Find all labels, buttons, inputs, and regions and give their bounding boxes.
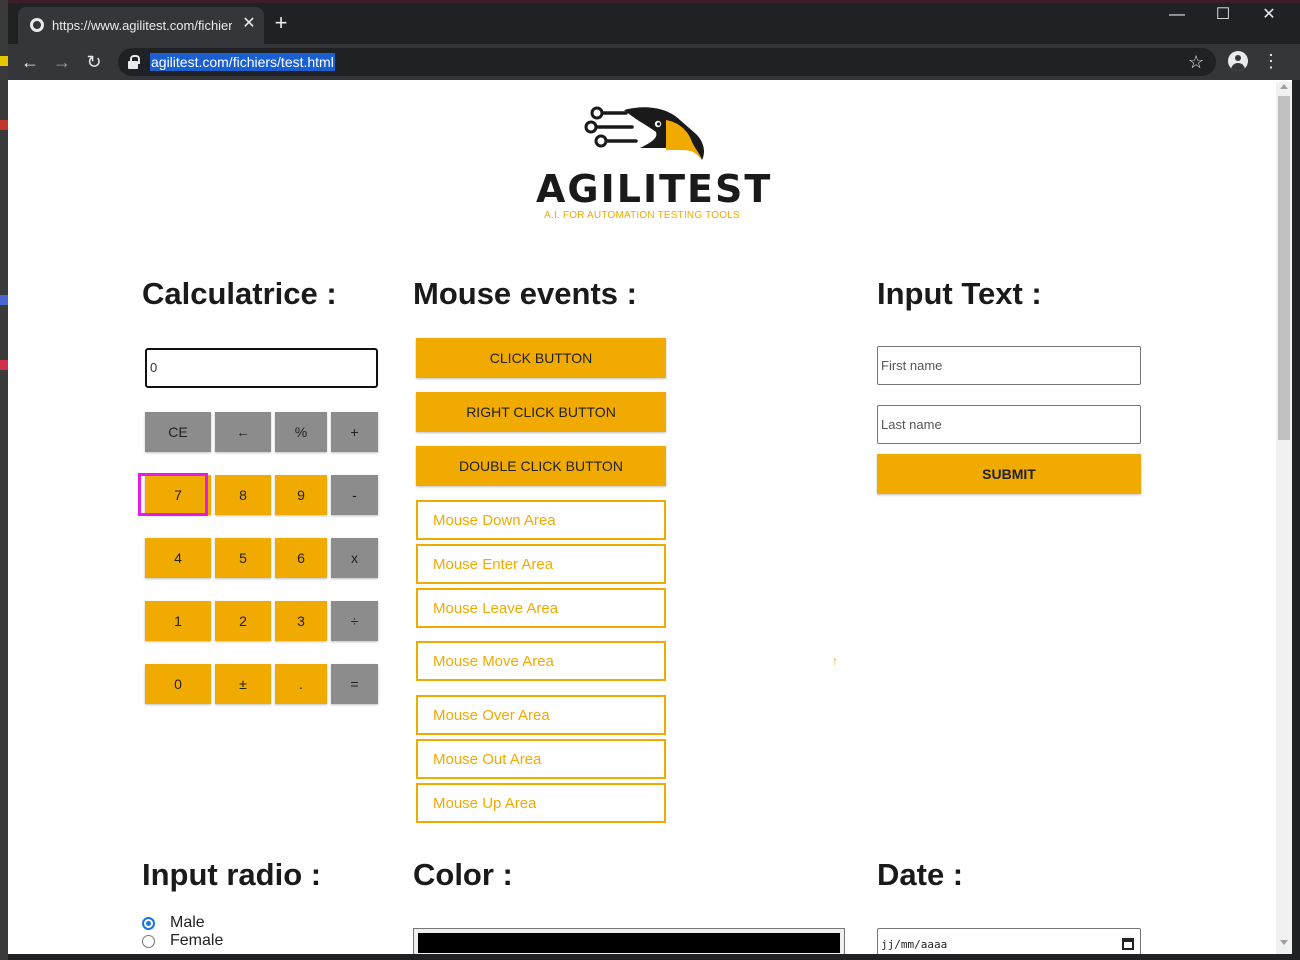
input-text-heading: Input Text :	[877, 276, 1042, 311]
calculator-key[interactable]: 6	[275, 538, 327, 578]
mouse-events-heading: Mouse events :	[413, 276, 637, 311]
date-field[interactable]: jj/mm/aaaa	[877, 928, 1141, 954]
mouse-enter-area[interactable]: Mouse Enter Area	[416, 544, 666, 584]
page-scrollbar[interactable]	[1276, 82, 1292, 954]
scroll-down-arrow-icon[interactable]	[1280, 940, 1288, 945]
mouse-move-marker: ↑	[832, 654, 838, 668]
calculator-key[interactable]: ÷	[331, 601, 378, 641]
click-button[interactable]: CLICK BUTTON	[416, 338, 666, 378]
globe-icon	[30, 18, 44, 32]
close-tab-icon[interactable]: ✕	[240, 15, 258, 33]
calculator-key[interactable]: +	[331, 412, 378, 452]
browser-titlebar: https://www.agilitest.com/fichiers/test.…	[8, 0, 1300, 44]
color-picker[interactable]	[413, 928, 845, 954]
calculator-key[interactable]: ±	[215, 664, 271, 704]
window-bottom-edge	[8, 954, 1300, 960]
focused-key-highlight	[138, 473, 208, 516]
calculator-key[interactable]: 9	[275, 475, 327, 515]
scroll-up-arrow-icon[interactable]	[1280, 84, 1288, 89]
calculator-key[interactable]: .	[275, 664, 327, 704]
last-name-field[interactable]: Last name	[877, 405, 1141, 444]
mouse-out-area[interactable]: Mouse Out Area	[416, 739, 666, 779]
radio-male-label: Male	[170, 914, 205, 931]
first-name-field[interactable]: First name	[877, 346, 1141, 385]
browser-tab[interactable]: https://www.agilitest.com/fichiers/test.…	[18, 7, 264, 44]
calculator-key[interactable]: CE	[145, 412, 211, 452]
bookmark-star-icon[interactable]: ☆	[1188, 51, 1204, 73]
mouse-down-area[interactable]: Mouse Down Area	[416, 500, 666, 540]
eagle-logo-icon	[584, 106, 704, 160]
url-text[interactable]: agilitest.com/fichiers/test.html	[150, 53, 335, 71]
double-click-button[interactable]: DOUBLE CLICK BUTTON	[416, 446, 666, 486]
profile-icon[interactable]	[1228, 51, 1248, 71]
desktop-edge	[0, 0, 8, 960]
calculator-display[interactable]: 0	[145, 348, 378, 388]
browser-toolbar: ← → ↻ agilitest.com/fichiers/test.html ☆…	[8, 44, 1300, 80]
calculator-key[interactable]: %	[275, 412, 327, 452]
reload-icon[interactable]: ↻	[82, 50, 106, 74]
radio-female[interactable]	[142, 934, 155, 948]
radio-option-female[interactable]: Female	[142, 932, 223, 950]
radio-female-label: Female	[170, 932, 224, 949]
mouse-leave-area[interactable]: Mouse Leave Area	[416, 588, 666, 628]
calculator-key[interactable]: 8	[215, 475, 271, 515]
calculator-key[interactable]: 2	[215, 601, 271, 641]
date-placeholder: jj/mm/aaaa	[881, 938, 948, 951]
calculator-key[interactable]: 3	[275, 601, 327, 641]
page-content: AGILITEST A.I. FOR AUTOMATION TESTING TO…	[8, 80, 1292, 954]
radio-option-male[interactable]: Male	[142, 914, 205, 932]
calculator-key[interactable]: -	[331, 475, 378, 515]
mouse-move-area[interactable]: Mouse Move Area	[416, 641, 666, 681]
scrollbar-thumb[interactable]	[1278, 96, 1290, 440]
calculator-heading: Calculatrice :	[142, 276, 337, 311]
color-heading: Color :	[413, 857, 513, 892]
forward-arrow-icon[interactable]: →	[50, 50, 74, 74]
mouse-up-area[interactable]: Mouse Up Area	[416, 783, 666, 823]
calculator-key[interactable]: x	[331, 538, 378, 578]
calculator-key[interactable]: 5	[215, 538, 271, 578]
close-window-button[interactable]: ✕	[1254, 5, 1284, 25]
radio-male[interactable]	[142, 916, 155, 930]
back-arrow-icon[interactable]: ←	[18, 50, 42, 74]
submit-button[interactable]: SUBMIT	[877, 454, 1141, 494]
calculator-key[interactable]: 4	[145, 538, 211, 578]
logo-wordmark: AGILITEST	[536, 167, 773, 211]
mouse-over-area[interactable]: Mouse Over Area	[416, 695, 666, 735]
kebab-menu-icon[interactable]: ⋮	[1262, 51, 1280, 71]
new-tab-button[interactable]: +	[270, 12, 292, 34]
calculator-key[interactable]: =	[331, 664, 378, 704]
color-swatch	[418, 933, 840, 953]
date-heading: Date :	[877, 857, 964, 892]
maximize-window-button[interactable]: ☐	[1208, 5, 1238, 25]
tab-title: https://www.agilitest.com/fichiers/test.…	[52, 18, 232, 33]
minimize-window-button[interactable]: —	[1162, 5, 1192, 25]
calendar-icon[interactable]	[1122, 938, 1134, 950]
calculator-key[interactable]: 0	[145, 664, 211, 704]
lock-icon[interactable]	[128, 55, 140, 69]
address-bar[interactable]: agilitest.com/fichiers/test.html ☆	[118, 48, 1216, 76]
input-radio-heading: Input radio :	[142, 857, 322, 892]
logo-tagline: A.I. FOR AUTOMATION TESTING TOOLS	[544, 210, 740, 221]
calculator-key[interactable]: 1	[145, 601, 211, 641]
calculator-key[interactable]: ←	[215, 412, 271, 452]
right-click-button[interactable]: RIGHT CLICK BUTTON	[416, 392, 666, 432]
